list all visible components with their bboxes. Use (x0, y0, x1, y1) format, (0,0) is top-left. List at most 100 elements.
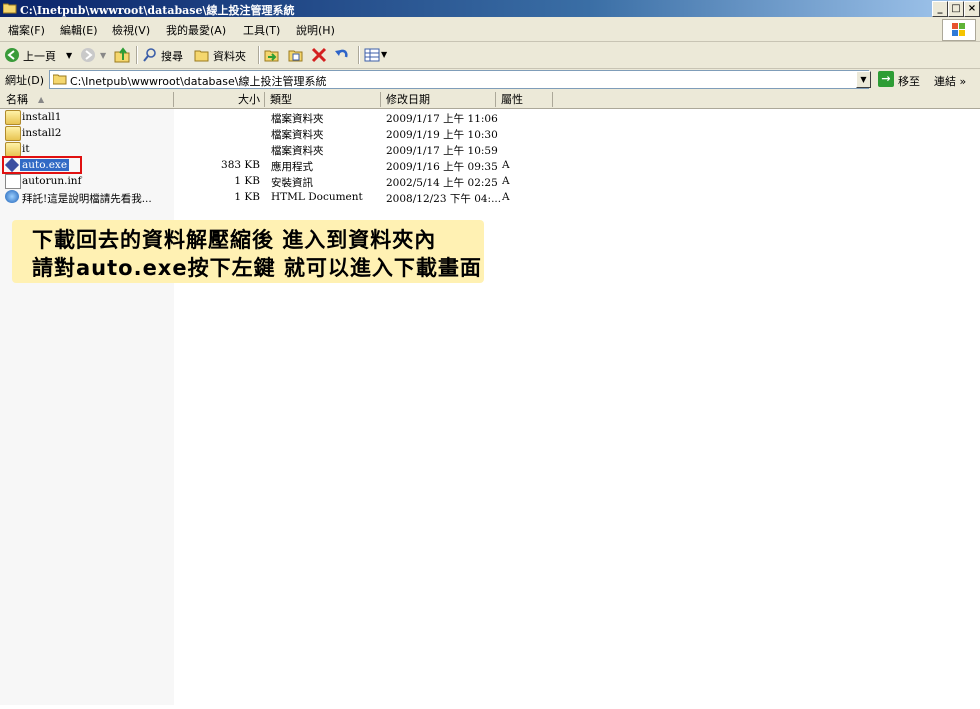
go-label: 移至 (898, 75, 920, 88)
close-button[interactable]: × (964, 1, 980, 17)
file-row[interactable]: 拜託!這是說明檔請先看我... 1 KB HTML Document 2008/… (0, 189, 980, 205)
delete-icon (311, 47, 327, 63)
menu-favorites[interactable]: 我的最愛(A) (166, 22, 226, 38)
toolbar-separator (136, 46, 138, 64)
file-size: 1 KB (234, 191, 260, 203)
forward-button[interactable] (80, 46, 98, 64)
links-label: 連結 (934, 75, 956, 88)
file-modified: 2008/12/23 下午 04:... (386, 193, 502, 205)
views-button[interactable]: ▼ (364, 46, 388, 64)
column-name[interactable]: 名稱 ▲ (0, 92, 174, 107)
windows-logo-icon (942, 19, 976, 41)
file-attr: A (502, 175, 510, 187)
file-name: autorun.inf (22, 175, 82, 187)
forward-arrow-icon (81, 48, 95, 62)
sort-ascending-icon: ▲ (38, 95, 45, 104)
column-size[interactable]: 大小 (174, 92, 265, 107)
file-name: 拜託!這是說明檔請先看我... (22, 193, 152, 205)
forward-dropdown-icon[interactable]: ▼ (100, 51, 106, 69)
column-modified[interactable]: 修改日期 (381, 92, 496, 107)
folders-icon (194, 50, 209, 62)
toolbar-separator (358, 46, 360, 64)
file-attr: A (502, 191, 510, 203)
views-icon (364, 48, 380, 62)
html-document-icon (5, 190, 19, 203)
file-name: install1 (22, 111, 62, 123)
move-to-button[interactable] (264, 46, 282, 64)
highlight-box (2, 156, 82, 174)
address-path: C:\Inetpub\wwwroot\database\線上投注管理系統 (70, 75, 327, 88)
column-header: 名稱 ▲ 大小 類型 修改日期 屬性 (0, 92, 980, 109)
file-type: 檔案資料夾 (271, 145, 324, 157)
maximize-button[interactable]: □ (948, 1, 964, 17)
undo-button[interactable] (334, 46, 352, 64)
column-type[interactable]: 類型 (265, 92, 381, 107)
file-row[interactable]: autorun.inf 1 KB 安裝資訊 2002/5/14 上午 02:25… (0, 173, 980, 189)
search-icon (143, 48, 156, 62)
folder-icon (53, 74, 67, 85)
folders-label: 資料夾 (213, 50, 246, 63)
file-modified: 2009/1/17 上午 11:06 (386, 113, 498, 125)
file-list-pane: 名稱 ▲ 大小 類型 修改日期 屬性 install1 檔案資料夾 2009/1… (0, 92, 980, 709)
address-dropdown-button[interactable]: ▼ (856, 71, 871, 88)
back-arrow-icon (5, 48, 19, 62)
links-button[interactable]: 連結 » (934, 73, 966, 89)
address-bar: 網址(D) C:\Inetpub\wwwroot\database\線上投注管理… (0, 69, 980, 91)
menu-help[interactable]: 說明(H) (296, 22, 335, 38)
menu-edit[interactable]: 編輯(E) (60, 22, 98, 38)
file-name: it (22, 143, 30, 155)
address-label: 網址(D) (5, 74, 45, 87)
copy-to-button[interactable] (288, 46, 306, 64)
file-modified: 2009/1/16 上午 09:35 (386, 161, 498, 173)
instruction-line-2: 請對auto.exe按下左鍵 就可以進入下載畫面 (32, 256, 482, 280)
window-title: C:\Inetpub\wwwroot\database\線上投注管理系統 (20, 4, 295, 17)
file-row[interactable]: install1 檔案資料夾 2009/1/17 上午 11:06 (0, 109, 980, 125)
instruction-line-1: 下載回去的資料解壓縮後 進入到資料夾內 (32, 228, 437, 252)
back-dropdown-icon[interactable]: ▼ (66, 51, 72, 69)
folder-icon (5, 126, 21, 141)
file-type: 檔案資料夾 (271, 113, 324, 125)
file-attr: A (502, 159, 510, 171)
back-button[interactable]: 上一頁 (4, 46, 62, 64)
file-name: install2 (22, 127, 62, 139)
setup-info-icon (5, 174, 21, 189)
file-type: 安裝資訊 (271, 177, 313, 189)
folder-icon (3, 3, 17, 14)
folder-icon (5, 142, 21, 157)
views-dropdown-icon: ▼ (381, 50, 388, 59)
minimize-button[interactable]: _ (932, 1, 948, 17)
up-folder-button[interactable] (114, 46, 132, 64)
toolbar: 上一頁 ▼ ▼ 搜尋 資料夾 ▼ (0, 42, 980, 69)
instruction-callout: 下載回去的資料解壓縮後 進入到資料夾內 請對auto.exe按下左鍵 就可以進入… (12, 220, 484, 283)
menu-tools[interactable]: 工具(T) (243, 22, 280, 38)
file-size: 1 KB (234, 175, 260, 187)
address-input[interactable]: C:\Inetpub\wwwroot\database\線上投注管理系統 (49, 70, 869, 89)
menu-bar: 檔案(F) 編輯(E) 檢視(V) 我的最愛(A) 工具(T) 說明(H) (0, 17, 980, 42)
file-row[interactable]: install2 檔案資料夾 2009/1/19 上午 10:30 (0, 125, 980, 141)
file-modified: 2009/1/17 上午 10:59 (386, 145, 498, 157)
chevron-right-icon: » (959, 75, 967, 88)
search-button[interactable]: 搜尋 (142, 46, 188, 64)
menu-view[interactable]: 檢視(V) (112, 22, 150, 38)
column-attributes[interactable]: 屬性 (496, 92, 553, 107)
go-button[interactable]: → 移至 (876, 70, 926, 88)
back-label: 上一頁 (23, 50, 56, 63)
delete-button[interactable] (311, 46, 329, 64)
file-row-selected[interactable]: auto.exe 383 KB 應用程式 2009/1/16 上午 09:35 … (0, 157, 980, 173)
folder-icon (5, 110, 21, 125)
file-type: HTML Document (271, 191, 363, 203)
file-type: 檔案資料夾 (271, 129, 324, 141)
menu-file[interactable]: 檔案(F) (8, 22, 45, 38)
move-to-icon (264, 50, 279, 62)
file-type: 應用程式 (271, 161, 313, 173)
go-arrow-icon: → (878, 71, 894, 87)
folders-button[interactable]: 資料夾 (194, 46, 252, 64)
file-size: 383 KB (221, 159, 260, 171)
copy-to-icon (288, 50, 303, 62)
file-modified: 2002/5/14 上午 02:25 (386, 177, 498, 189)
file-row[interactable]: it 檔案資料夾 2009/1/17 上午 10:59 (0, 141, 980, 157)
file-modified: 2009/1/19 上午 10:30 (386, 129, 498, 141)
toolbar-separator (258, 46, 260, 64)
search-label: 搜尋 (161, 50, 183, 63)
title-bar: C:\Inetpub\wwwroot\database\線上投注管理系統 _ □… (0, 0, 980, 17)
